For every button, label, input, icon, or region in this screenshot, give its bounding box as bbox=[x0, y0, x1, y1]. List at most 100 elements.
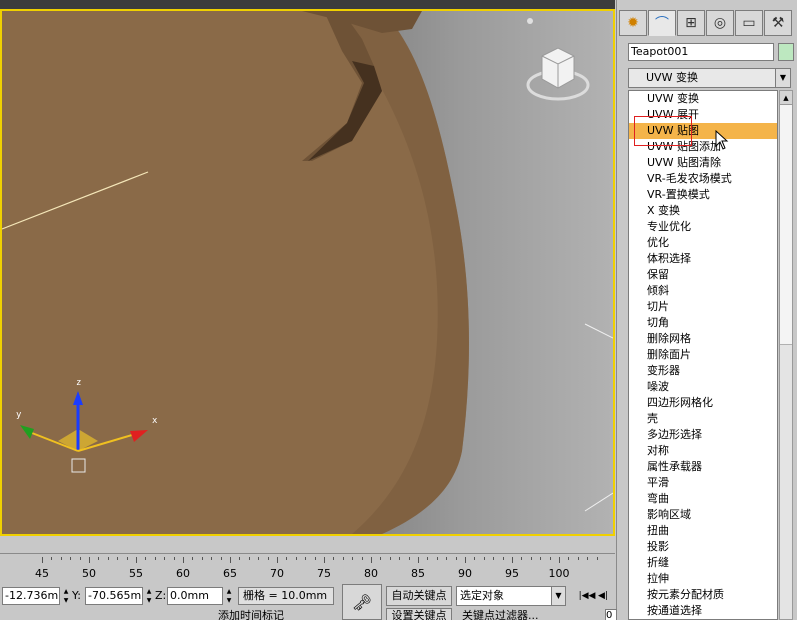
modifier-list-item[interactable]: 扭曲 bbox=[629, 523, 777, 539]
timeline-tick-mark bbox=[408, 557, 410, 560]
key-filters-button[interactable]: 关键点过滤器... bbox=[462, 609, 566, 620]
modifier-list-item[interactable]: 切片 bbox=[629, 299, 777, 315]
mouse-cursor-icon bbox=[715, 130, 729, 150]
timeline-tick-label: 60 bbox=[176, 567, 190, 580]
z-label: Z: bbox=[155, 589, 167, 602]
y-coordinate-field[interactable]: -70.565mm bbox=[85, 587, 143, 605]
timeline-tick-mark bbox=[305, 557, 307, 560]
modifier-list-item[interactable]: 弯曲 bbox=[629, 491, 777, 507]
x-spinner-icon[interactable]: ▲ ▼ bbox=[62, 587, 70, 605]
previous-frame-icon[interactable]: ◀| bbox=[596, 588, 610, 604]
motion-tab-icon[interactable]: ◎ bbox=[706, 10, 734, 36]
timeline-tick-mark bbox=[483, 557, 485, 560]
z-coordinate-field[interactable]: 0.0mm bbox=[167, 587, 223, 605]
modifier-list-item[interactable]: 保留 bbox=[629, 267, 777, 283]
y-spinner-icon[interactable]: ▲ ▼ bbox=[145, 587, 153, 605]
timeline-tick-mark bbox=[559, 557, 560, 563]
modifier-list-item[interactable]: 优化 bbox=[629, 235, 777, 251]
timeline-tick-label: 85 bbox=[411, 567, 425, 580]
modifier-list-scrollbar[interactable]: ▲ bbox=[779, 90, 793, 620]
timeline-tick-mark bbox=[98, 557, 100, 560]
timeline-tick-mark bbox=[42, 557, 43, 563]
timeline-tick-mark bbox=[446, 557, 448, 560]
timeline-tick-mark bbox=[342, 557, 344, 560]
grid-size-display: 栅格 = 10.0mm bbox=[238, 587, 334, 605]
modifier-list-item[interactable]: VR-毛发农场模式 bbox=[629, 171, 777, 187]
modifier-list-item[interactable]: 投影 bbox=[629, 539, 777, 555]
timeline-tick-label: 90 bbox=[458, 567, 472, 580]
timeline-tick-label: 80 bbox=[364, 567, 378, 580]
timeline-tick-label: 45 bbox=[35, 567, 49, 580]
modifier-list-item[interactable]: 删除面片 bbox=[629, 347, 777, 363]
x-coordinate-field[interactable]: -12.736mm bbox=[2, 587, 60, 605]
auto-key-button[interactable]: 自动关键点 bbox=[386, 586, 452, 606]
modifier-list-item[interactable]: 按元素分配材质 bbox=[629, 587, 777, 603]
modifier-list-item[interactable]: 属性承载器 bbox=[629, 459, 777, 475]
modifier-list-dropdown[interactable]: UVW 变换 ▼ bbox=[628, 68, 791, 88]
modifier-list-item[interactable]: 影响区域 bbox=[629, 507, 777, 523]
modifier-list-item[interactable]: 体积选择 bbox=[629, 251, 777, 267]
modifier-list-item[interactable]: 平滑 bbox=[629, 475, 777, 491]
timeline-tick-mark bbox=[333, 557, 335, 560]
timeline-tick-mark bbox=[60, 557, 62, 560]
timeline-tick-mark bbox=[145, 557, 147, 560]
modifier-list-value: UVW 变换 bbox=[646, 71, 698, 84]
timeline-tick-mark bbox=[371, 557, 372, 563]
timeline-tick-mark bbox=[136, 557, 137, 563]
display-tab-icon[interactable]: ▭ bbox=[735, 10, 763, 36]
modifier-list-item[interactable]: 倾斜 bbox=[629, 283, 777, 299]
timeline-tick-mark bbox=[79, 557, 81, 560]
timeline-tick-mark bbox=[211, 557, 213, 560]
modifier-list-item[interactable]: 噪波 bbox=[629, 379, 777, 395]
modifier-list-item[interactable]: 变形器 bbox=[629, 363, 777, 379]
modifier-list-item[interactable]: UVW 贴图清除 bbox=[629, 155, 777, 171]
timeline-tick-mark bbox=[389, 557, 391, 560]
modifier-list-item[interactable]: X 变换 bbox=[629, 203, 777, 219]
chevron-down-icon[interactable]: ▼ bbox=[775, 69, 790, 87]
timeline-tick-mark bbox=[192, 557, 194, 560]
modifier-list-item[interactable]: 折缝 bbox=[629, 555, 777, 571]
modifier-list-item[interactable]: 四边形网格化 bbox=[629, 395, 777, 411]
modifier-list-item[interactable]: 多边形选择 bbox=[629, 427, 777, 443]
timeline-tick-mark bbox=[399, 557, 401, 560]
modifier-list-item[interactable]: VR-置换模式 bbox=[629, 187, 777, 203]
scroll-thumb[interactable] bbox=[780, 105, 792, 345]
modify-tab-icon[interactable]: ⌒ bbox=[648, 10, 676, 36]
timeline-ruler[interactable]: 45 50 55 60 65 70 75 80 85 90 95 100 bbox=[0, 553, 615, 581]
utilities-tab-icon[interactable]: ⚒ bbox=[764, 10, 792, 36]
modifier-list-item[interactable]: 拉伸 bbox=[629, 571, 777, 587]
perspective-viewport[interactable]: z x y bbox=[0, 9, 615, 536]
slice-line-bottom bbox=[584, 492, 613, 512]
object-color-swatch[interactable] bbox=[778, 43, 794, 61]
modifier-list-item[interactable]: 切角 bbox=[629, 315, 777, 331]
gizmo-y-label: y bbox=[16, 410, 22, 420]
set-key-icon[interactable]: 🗝 bbox=[342, 584, 382, 620]
selection-filter-dropdown[interactable]: 选定对象 ▼ bbox=[456, 586, 566, 606]
set-key-button[interactable]: 设置关键点 bbox=[386, 608, 452, 620]
create-tab-icon[interactable]: ✹ bbox=[619, 10, 647, 36]
timeline-tick-mark bbox=[267, 557, 269, 560]
timeline-tick-mark bbox=[230, 557, 231, 563]
viewport-scene: z x y bbox=[2, 11, 613, 534]
hierarchy-tab-icon[interactable]: ⊞ bbox=[677, 10, 705, 36]
add-time-tag-button[interactable]: 添加时间标记 bbox=[218, 609, 336, 620]
modifier-list-item[interactable]: UVW 变换 bbox=[629, 91, 777, 107]
current-frame-field[interactable]: 0 bbox=[605, 609, 617, 620]
modifier-list[interactable]: UVW 变换 UVW 展开 UVW 贴图 UVW 贴图添加 UVW 贴图清除 VR-毛发农… bbox=[628, 90, 778, 620]
scroll-up-icon[interactable]: ▲ bbox=[780, 91, 792, 105]
timeline-tick-mark bbox=[70, 557, 72, 560]
timeline-tick-mark bbox=[530, 557, 532, 560]
timeline-tick-mark bbox=[324, 557, 325, 563]
z-spinner-icon[interactable]: ▲ ▼ bbox=[225, 587, 233, 605]
modifier-list-item[interactable]: 删除网格 bbox=[629, 331, 777, 347]
modifier-list-item[interactable]: 壳 bbox=[629, 411, 777, 427]
modifier-list-item[interactable]: 对称 bbox=[629, 443, 777, 459]
modifier-list-item[interactable]: 按通道选择 bbox=[629, 603, 777, 619]
go-to-start-icon[interactable]: |◀◀ bbox=[578, 588, 596, 604]
chevron-down-icon[interactable]: ▼ bbox=[551, 587, 565, 605]
timeline-tick-mark bbox=[540, 557, 542, 560]
object-name-field[interactable]: Teapot001 bbox=[628, 43, 774, 61]
modifier-list-item[interactable]: 专业优化 bbox=[629, 219, 777, 235]
timeline-tick-mark bbox=[286, 557, 288, 560]
timeline-tick-label: 95 bbox=[505, 567, 519, 580]
